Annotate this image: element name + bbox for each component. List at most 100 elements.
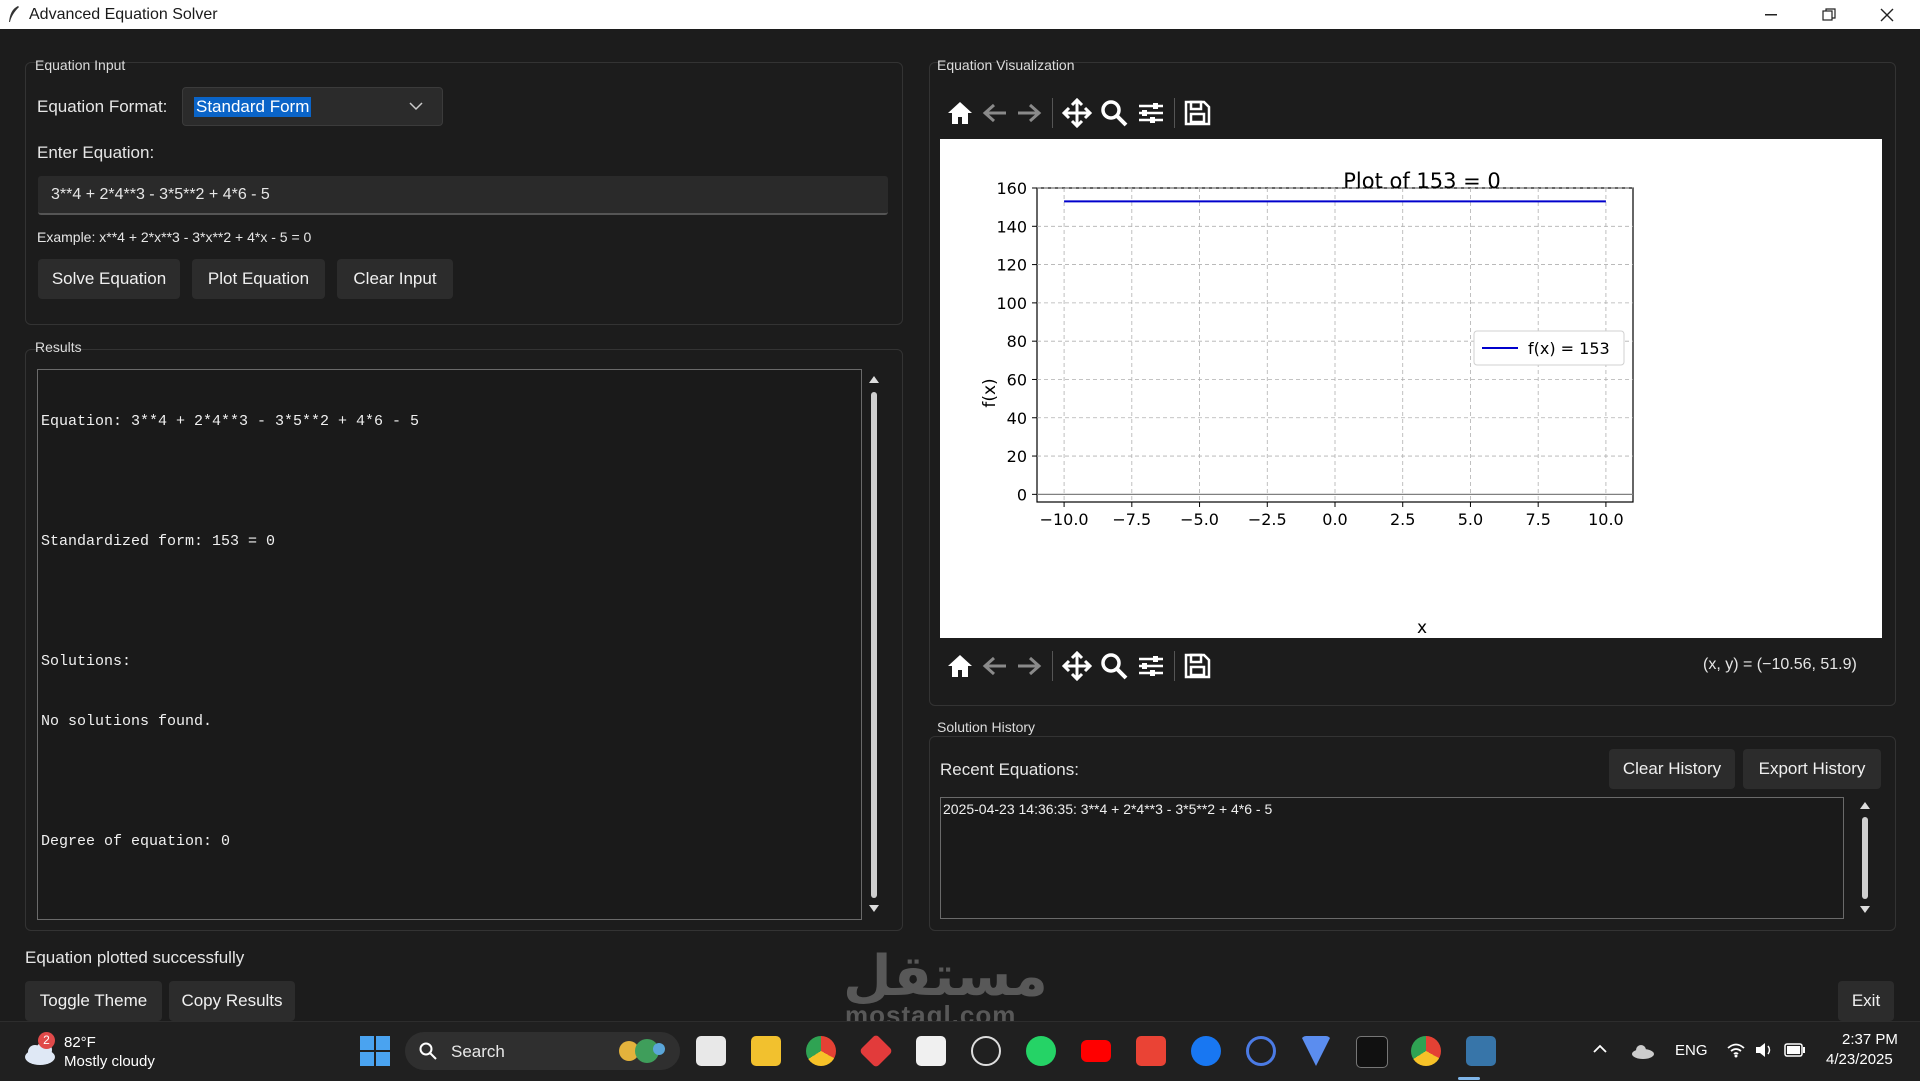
scroll-down-icon[interactable]	[869, 905, 879, 913]
python-icon[interactable]	[1466, 1036, 1496, 1066]
equation-format-value: Standard Form	[194, 97, 312, 117]
results-frame-label: Results	[35, 339, 82, 355]
configure-icon[interactable]	[1136, 98, 1166, 128]
home-icon[interactable]	[945, 651, 975, 681]
y-tick-label: 140	[996, 217, 1027, 236]
volume-icon[interactable]	[1754, 1041, 1774, 1059]
restore-button[interactable]	[1800, 0, 1858, 29]
history-listbox[interactable]: 2025-04-23 14:36:35: 3**4 + 2*4**3 - 3*5…	[940, 797, 1844, 919]
gmail-icon[interactable]	[1136, 1036, 1166, 1066]
facebook-icon[interactable]	[1191, 1036, 1221, 1066]
chrome-icon[interactable]	[1411, 1036, 1441, 1066]
editor-icon[interactable]	[1246, 1036, 1276, 1066]
y-tick-label: 100	[996, 294, 1027, 313]
battery-icon[interactable]	[1784, 1043, 1806, 1057]
results-line	[41, 592, 419, 612]
zoom-icon[interactable]	[1099, 98, 1129, 128]
pan-icon[interactable]	[1062, 98, 1092, 128]
results-scroll-thumb[interactable]	[871, 392, 877, 898]
x-tick-label: −5.0	[1180, 510, 1219, 529]
configure-icon[interactable]	[1136, 651, 1166, 681]
youtube-icon[interactable]	[1081, 1040, 1111, 1062]
equation-input[interactable]: 3**4 + 2*4**3 - 3*5**2 + 4*6 - 5	[38, 176, 888, 215]
home-icon[interactable]	[945, 98, 975, 128]
chrome-icon[interactable]	[806, 1036, 836, 1066]
x-tick-label: 5.0	[1458, 510, 1483, 529]
copy-results-button[interactable]: Copy Results	[169, 981, 295, 1021]
weather-badge: 2	[38, 1032, 55, 1049]
equation-format-select[interactable]: Standard Form	[182, 87, 443, 126]
toolbar-separator	[1052, 98, 1053, 128]
equation-input-value: 3**4 + 2*4**3 - 3*5**2 + 4*6 - 5	[51, 186, 270, 203]
clear-input-button[interactable]: Clear Input	[337, 259, 453, 299]
y-tick-label: 60	[1007, 370, 1027, 389]
scroll-up-icon[interactable]	[869, 375, 879, 383]
y-tick-label: 120	[996, 256, 1027, 275]
whatsapp-icon[interactable]	[1026, 1036, 1056, 1066]
results-line	[41, 772, 419, 792]
y-tick-label: 40	[1007, 409, 1027, 428]
vpn-icon[interactable]	[1301, 1036, 1331, 1066]
x-axis-label: x	[1417, 618, 1427, 638]
y-axis-label: f(x)	[980, 378, 1000, 407]
forward-arrow-icon[interactable]	[1014, 98, 1044, 128]
line-chart: x f(x) −10.0 −7.5 −5.0 −2.5 0.0 2.5 5.0 7.5 10.0…	[980, 169, 1634, 638]
plot-canvas[interactable]: x f(x) −10.0 −7.5 −5.0 −2.5 0.0 2.5 5.0 7.5 10.0…	[940, 139, 1882, 638]
chevron-down-icon	[409, 102, 423, 111]
forward-arrow-icon[interactable]	[1014, 651, 1044, 681]
microsoft-store-icon[interactable]	[916, 1036, 946, 1066]
solve-equation-button[interactable]: Solve Equation	[38, 259, 180, 299]
pan-icon[interactable]	[1062, 651, 1092, 681]
chatgpt-icon[interactable]	[971, 1036, 1001, 1066]
back-arrow-icon[interactable]	[980, 98, 1010, 128]
results-line: Solutions:	[41, 653, 132, 670]
legend-label: f(x) = 153	[1528, 339, 1610, 358]
watermark-arabic-text: مستقل	[843, 944, 1048, 1009]
minimize-button[interactable]	[1742, 0, 1800, 29]
y-tick-label: 80	[1007, 332, 1027, 351]
scroll-down-icon[interactable]	[1860, 906, 1870, 914]
taskbar-search-box[interactable]: Search	[405, 1032, 680, 1070]
back-arrow-icon[interactable]	[980, 651, 1010, 681]
save-icon[interactable]	[1182, 651, 1212, 681]
recent-equations-label: Recent Equations:	[940, 760, 1079, 779]
plot-equation-button[interactable]: Plot Equation	[192, 259, 325, 299]
file-explorer-icon[interactable]	[751, 1036, 781, 1066]
solution-history-frame-label: Solution History	[937, 719, 1036, 735]
save-icon[interactable]	[1182, 98, 1212, 128]
task-view-icon[interactable]	[696, 1036, 726, 1066]
language-indicator[interactable]: ENG	[1675, 1042, 1708, 1059]
capcut-icon[interactable]	[1356, 1036, 1388, 1068]
example-text: Example: x**4 + 2*x**3 - 3*x**2 + 4*x - …	[37, 229, 312, 245]
ruby-app-icon[interactable]	[859, 1034, 893, 1068]
export-history-button[interactable]: Export History	[1743, 749, 1881, 789]
history-scrollbar[interactable]	[1858, 800, 1872, 917]
toggle-theme-button[interactable]: Toggle Theme	[25, 981, 162, 1021]
clear-history-button[interactable]: Clear History	[1609, 749, 1735, 789]
results-line: Standardized form: 153 = 0	[41, 533, 276, 550]
clock-date[interactable]: 4/23/2025	[1826, 1051, 1893, 1068]
weather-widget[interactable]: 2 82°F Mostly cloudy	[20, 1032, 200, 1072]
y-tick-label: 20	[1007, 447, 1027, 466]
enter-equation-label: Enter Equation:	[37, 143, 155, 162]
results-scrollbar[interactable]	[867, 372, 881, 918]
weather-description: Mostly cloudy	[64, 1053, 155, 1070]
toolbar-separator	[1052, 651, 1053, 681]
clock-time[interactable]: 2:37 PM	[1842, 1031, 1898, 1048]
equation-visualization-frame-label: Equation Visualization	[937, 57, 1075, 73]
close-button[interactable]	[1858, 0, 1916, 29]
chevron-up-icon[interactable]	[1593, 1044, 1607, 1054]
results-textarea[interactable]: Equation: 3**4 + 2*4**3 - 3*5**2 + 4*6 -…	[37, 369, 862, 920]
history-scroll-thumb[interactable]	[1862, 817, 1868, 899]
windows-start-icon[interactable]	[360, 1036, 390, 1066]
zoom-icon[interactable]	[1099, 651, 1129, 681]
search-highlight-icon	[619, 1039, 665, 1063]
y-tick-label: 0	[1017, 485, 1027, 504]
equation-input-frame-label: Equation Input	[35, 57, 126, 73]
scroll-up-icon[interactable]	[1860, 801, 1870, 809]
search-icon	[419, 1042, 437, 1060]
history-entry[interactable]: 2025-04-23 14:36:35: 3**4 + 2*4**3 - 3*5…	[943, 799, 1272, 819]
onedrive-cloud-icon[interactable]	[1631, 1042, 1655, 1060]
wifi-icon[interactable]	[1726, 1042, 1746, 1058]
exit-button[interactable]: Exit	[1838, 981, 1894, 1021]
